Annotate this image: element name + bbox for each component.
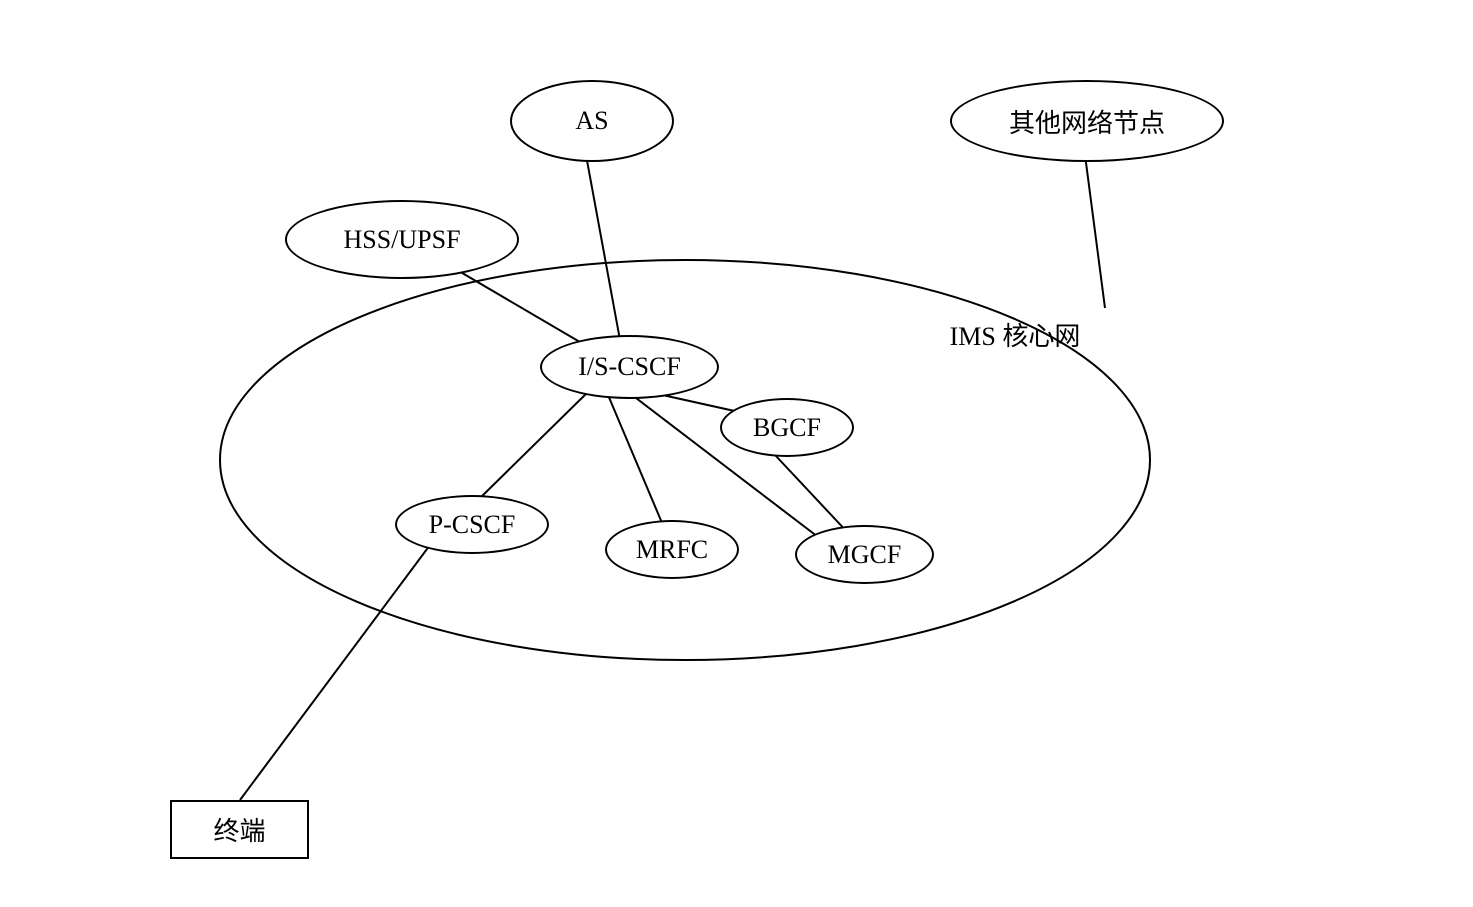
node-is-cscf: I/S-CSCF	[540, 335, 719, 399]
node-other-network: 其他网络节点	[950, 80, 1224, 162]
node-mgcf-label: MGCF	[828, 540, 902, 570]
node-hss-upsf-label: HSS/UPSF	[343, 225, 460, 255]
node-mrfc-label: MRFC	[636, 535, 708, 565]
node-other-network-label: 其他网络节点	[1009, 103, 1165, 140]
ims-core-label: IMS 核心网	[945, 320, 1085, 354]
node-mrfc: MRFC	[605, 520, 739, 579]
node-p-cscf: P-CSCF	[395, 495, 549, 554]
node-as: AS	[510, 80, 674, 162]
node-as-label: AS	[575, 106, 608, 136]
connectors	[0, 0, 1473, 907]
node-hss-upsf: HSS/UPSF	[285, 200, 519, 279]
node-bgcf: BGCF	[720, 398, 854, 457]
node-terminal-label: 终端	[213, 811, 265, 848]
node-terminal: 终端	[170, 800, 309, 859]
node-bgcf-label: BGCF	[753, 413, 821, 443]
node-is-cscf-label: I/S-CSCF	[578, 352, 681, 382]
node-p-cscf-label: P-CSCF	[429, 510, 516, 540]
node-mgcf: MGCF	[795, 525, 934, 584]
